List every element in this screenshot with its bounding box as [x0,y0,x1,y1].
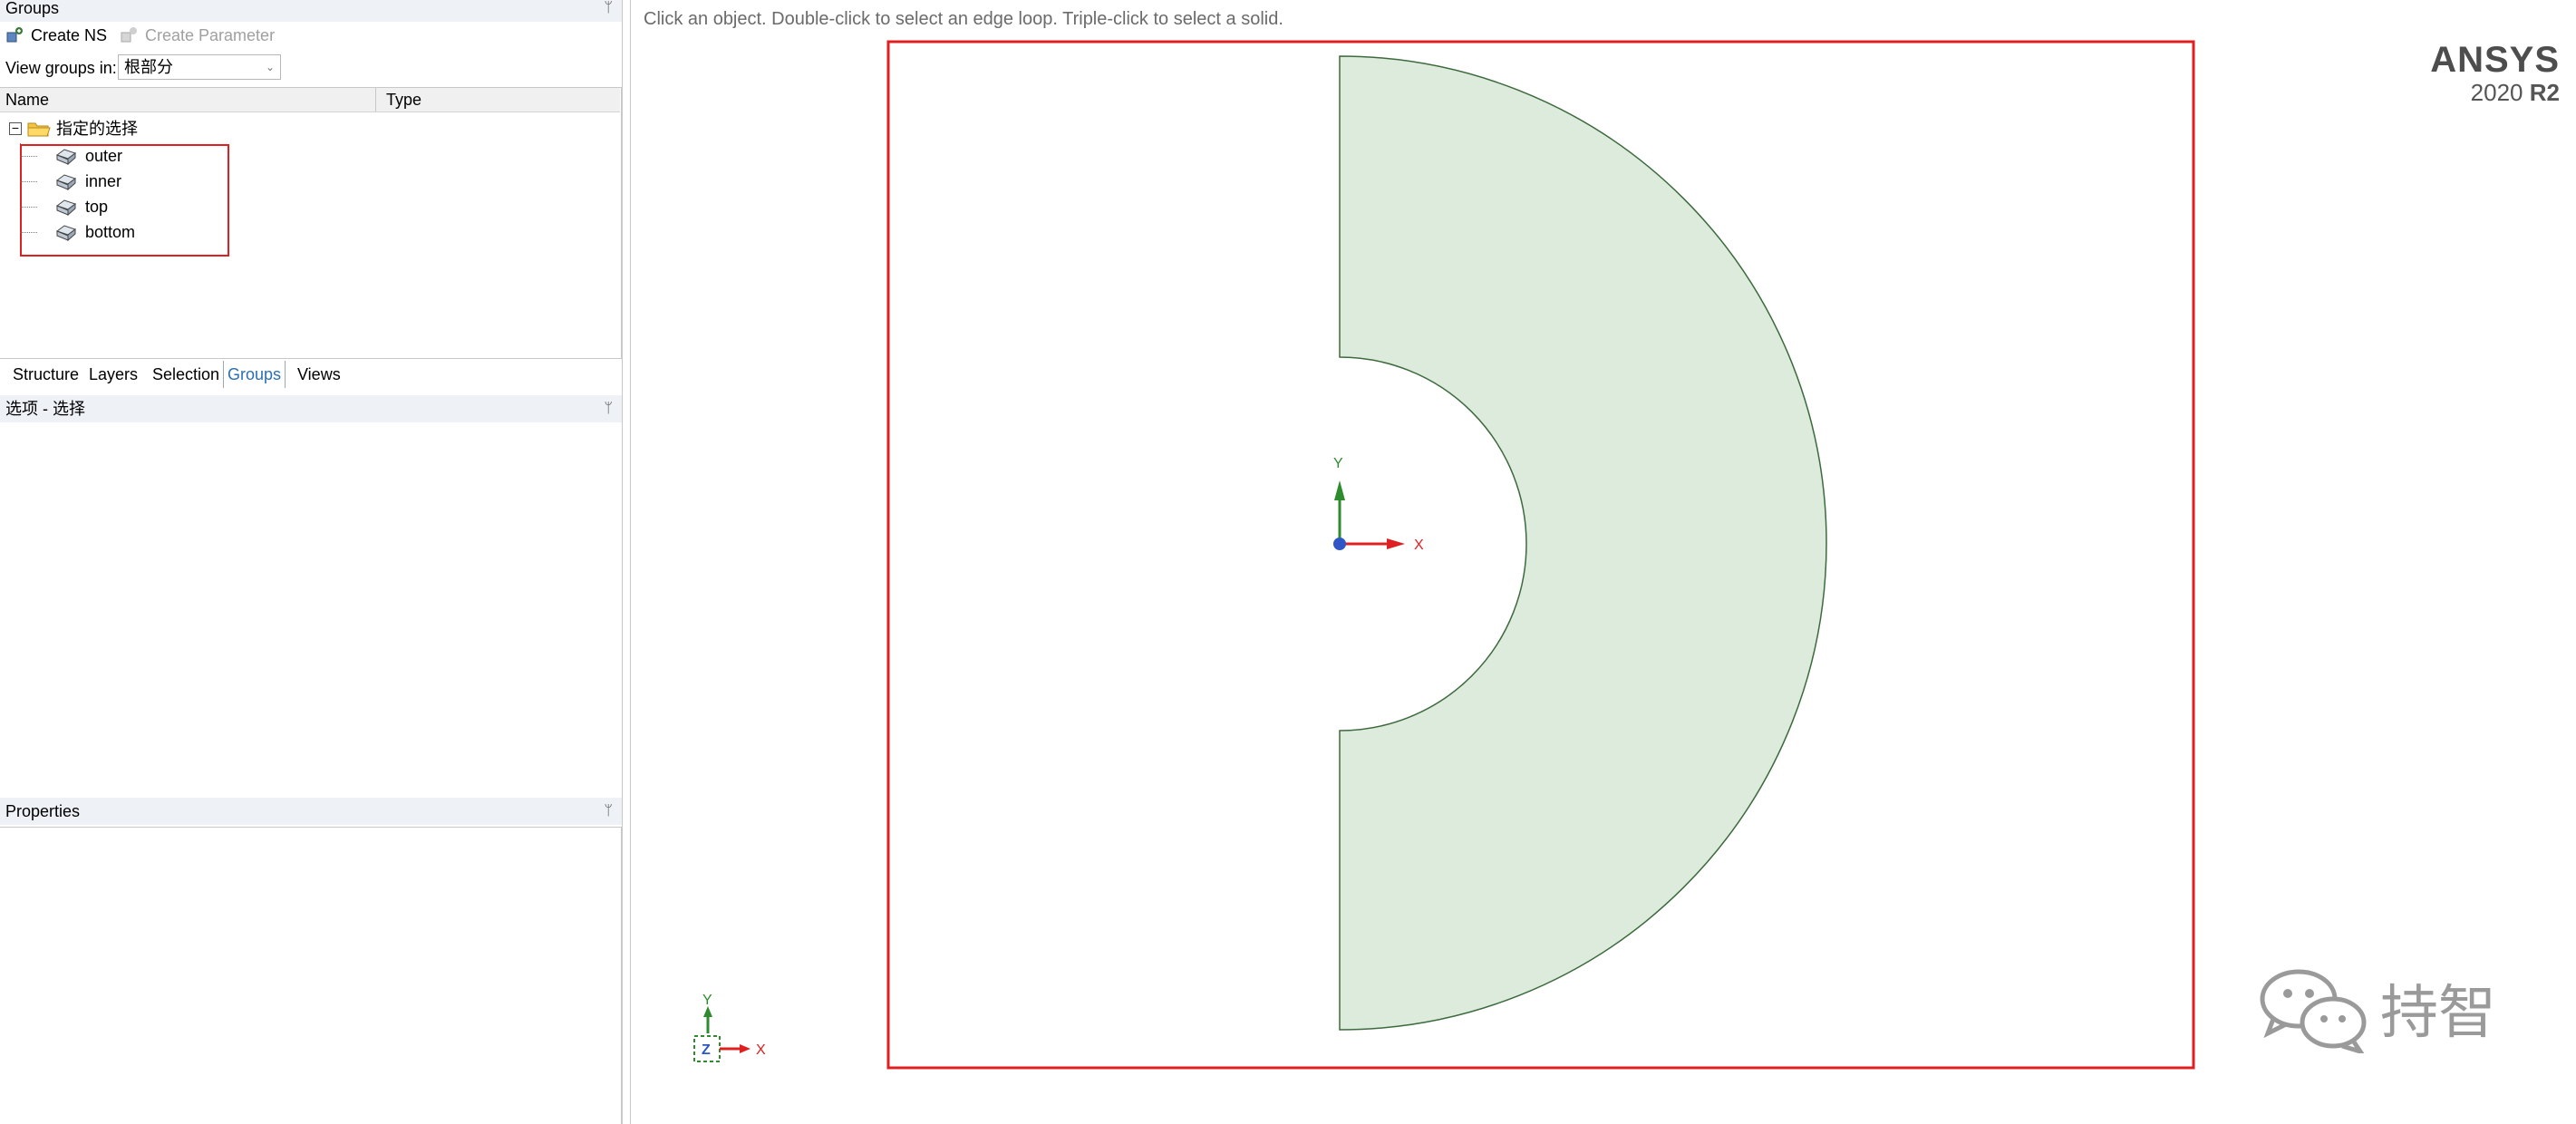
named-selection-icon [55,199,77,217]
tab-groups[interactable]: Groups [223,361,286,388]
chevron-down-icon: ⌄ [265,61,275,73]
tree-root-label: 指定的选择 [56,120,138,138]
view-triad-x-label: X [756,1042,766,1058]
named-selection-item[interactable]: inner [54,169,121,194]
create-parameter-icon [121,27,137,43]
half-annulus-face[interactable] [1339,55,1827,1031]
create-ns-button[interactable]: Create NS [5,23,107,48]
named-selection-item[interactable]: outer [54,143,122,169]
collapse-icon[interactable]: − [9,121,22,135]
tree-connector-branch [21,207,37,208]
view-groups-value: 根部分 [124,58,173,76]
column-name-header[interactable]: Name [5,88,49,111]
tab-selection[interactable]: Selection [152,361,219,388]
named-selection-icon [55,174,77,191]
named-selection-icon [55,149,77,166]
named-selection-label: bottom [85,223,136,241]
tree-connector-branch [21,156,37,157]
tab-views[interactable]: Views [297,361,341,388]
properties-title-text: Properties [5,802,81,820]
options-title-text: 选项 - 选择 [5,400,85,418]
panel-splitter[interactable] [622,0,631,1124]
view-triad-y-label: Y [702,993,712,1008]
groups-title-text: Groups [5,0,60,17]
named-selection-label: top [85,198,109,216]
x-axis-arrow [1387,538,1405,549]
watermark-text: 持智 [2380,980,2496,1045]
model-canvas[interactable]: Y X Y Z X [633,0,2576,1124]
view-groups-label: View groups in: [5,59,117,77]
tree-connector-branch [21,232,37,233]
tab-structure[interactable]: Structure [13,361,79,388]
pin-icon[interactable]: ᛘ [604,395,613,422]
create-ns-label: Create NS [31,26,108,44]
y-axis-arrow [1334,480,1345,500]
graphics-viewport[interactable]: Click an object. Double-click to select … [633,0,2576,1124]
view-triad-z-label: Z [702,1042,711,1058]
y-axis-label: Y [1333,456,1343,471]
view-triad[interactable]: Y Z X [693,993,766,1062]
create-ns-icon [6,27,23,43]
column-divider[interactable] [375,88,376,111]
named-selection-icon [55,225,77,242]
named-selection-item[interactable]: bottom [54,219,135,245]
named-selection-label: outer [85,147,123,165]
view-groups-select[interactable]: 根部分 ⌄ [118,54,281,80]
tree-header: Name Type [0,88,620,112]
tab-layers[interactable]: Layers [89,361,138,388]
x-axis-label: X [1414,538,1424,553]
properties-panel-title: Properties ᛘ [0,798,622,825]
options-panel-title: 选项 - 选择 ᛘ [0,395,622,422]
named-selection-item[interactable]: top [54,194,108,219]
tree-connector-branch [21,181,37,182]
pin-icon[interactable]: ᛘ [604,0,613,22]
origin-triad: Y X [1333,456,1424,553]
panel-tabs: Structure Layers Selection Groups Views [0,361,622,388]
wechat-icon [2260,969,2367,1053]
wechat-watermark: 持智 [2255,963,2496,1053]
groups-panel-title: Groups ᛘ [0,0,622,22]
spaceclaim-window: Groups ᛘ Create NS Create Parameter View… [0,0,2576,1124]
groups-toolbar: Create NS Create Parameter [0,20,622,51]
column-type-header[interactable]: Type [386,88,421,111]
left-panel: Groups ᛘ Create NS Create Parameter View… [0,0,624,1124]
named-selection-label: inner [85,172,122,190]
create-parameter-label: Create Parameter [145,26,276,44]
tree-root-node[interactable]: − 指定的选择 [9,116,138,141]
properties-grid[interactable] [0,827,622,1124]
origin-point [1333,538,1346,550]
folder-icon [27,122,51,137]
create-parameter-button[interactable]: Create Parameter [120,23,275,48]
pin-icon[interactable]: ᛘ [604,798,613,825]
